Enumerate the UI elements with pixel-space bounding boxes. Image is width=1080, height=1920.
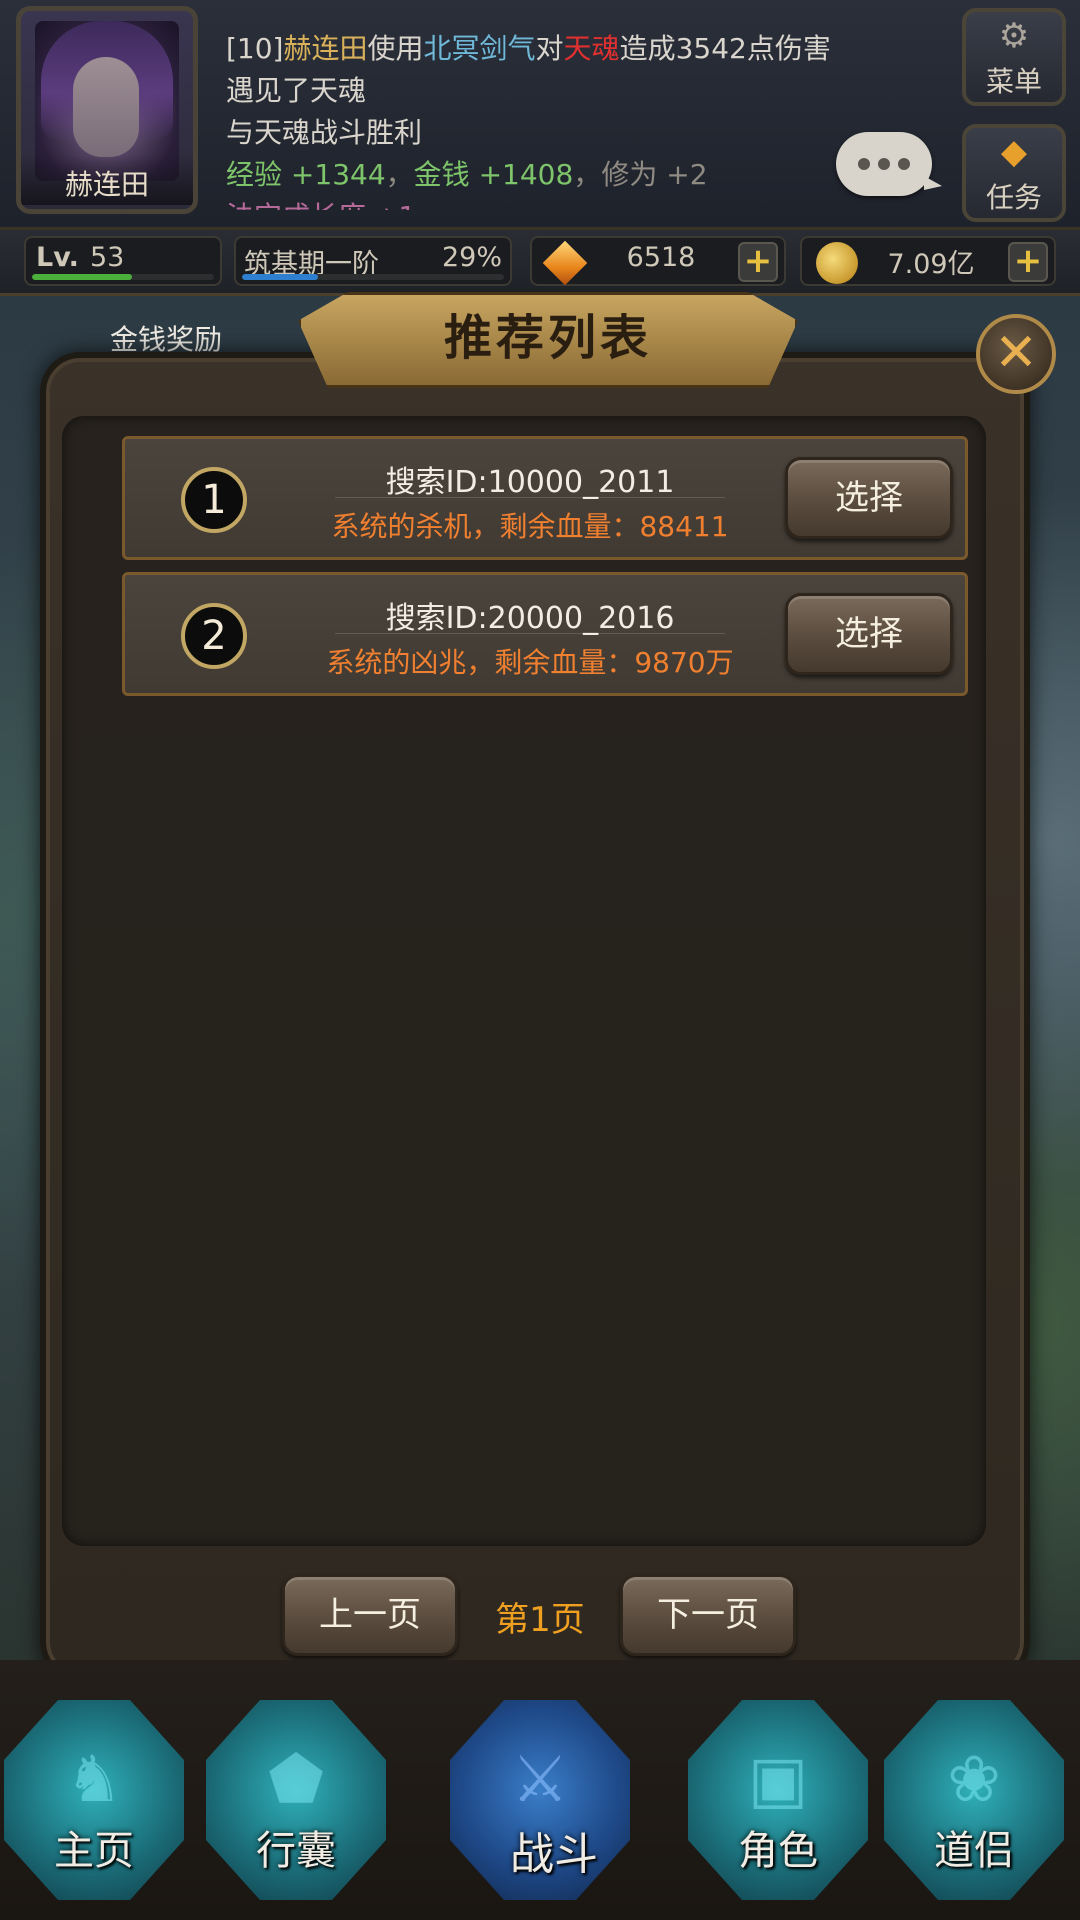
select-button[interactable]: 选择 — [785, 457, 953, 539]
row-number: 1 — [181, 467, 247, 533]
log-verb: 使用 — [367, 32, 424, 65]
log-target: 天魂 — [563, 32, 620, 65]
row-info: 系统的凶兆，剩余血量：9870万 — [326, 646, 734, 679]
level-progress-fill — [32, 274, 133, 280]
task-label: 任务 — [985, 181, 1042, 214]
log-result: 造成3542点伤害 — [619, 32, 831, 65]
select-button[interactable]: 选择 — [785, 593, 953, 675]
nav-companion-label: 道侣 — [934, 1828, 1014, 1874]
log-line-2: 遇见了天魂 — [226, 74, 367, 107]
task-button[interactable]: ◆ 任务 — [962, 124, 1066, 222]
top-hud: 赫连田 [10]赫连田使用北冥剑气对天魂造成3542点伤害 遇见了天魂 与天魂战… — [0, 0, 1080, 230]
add-gems-button[interactable]: + — [738, 242, 778, 282]
log-sep-2: ， — [573, 158, 602, 191]
log-exp-label: 经验 — [226, 158, 283, 191]
player-name: 赫连田 — [21, 155, 193, 205]
log-actor: 赫连田 — [283, 32, 368, 65]
realm-bar: 筑基期一阶 29% — [234, 236, 512, 286]
log-sep-1: ， — [385, 158, 414, 191]
panel-title: 推荐列表 — [443, 310, 652, 366]
sword-icon: ⚔ — [511, 1743, 569, 1817]
log-exp-value: +1344 — [290, 158, 386, 191]
list-item: 2 搜索ID:20000_2016 系统的凶兆，剩余血量：9870万 选择 — [122, 572, 968, 696]
nav-character-label: 角色 — [738, 1828, 818, 1874]
gold-counter: 7.09亿 + — [800, 236, 1056, 286]
nav-battle-label: 战斗 — [510, 1829, 598, 1880]
gem-counter: 6518 + — [530, 236, 786, 286]
companion-icon: ❀ — [947, 1743, 1001, 1817]
level-prefix: Lv. — [36, 242, 79, 273]
level-bar: Lv. 53 — [24, 236, 222, 286]
gear-icon: ⚙ — [998, 16, 1030, 56]
log-prefix: [10] — [226, 32, 284, 65]
row-search-id: 搜索ID:10000_2011 — [385, 465, 675, 500]
task-gem-icon: ◆ — [1000, 132, 1028, 172]
home-icon: ♞ — [65, 1743, 123, 1817]
close-icon: ✕ — [994, 323, 1038, 383]
level-value: 53 — [90, 242, 125, 273]
character-icon: ▣ — [747, 1743, 809, 1817]
chat-bubble-icon[interactable] — [836, 132, 942, 196]
log-money-value: +1408 — [478, 158, 574, 191]
log-line-4: 经验 +1344，金钱 +1408，修为 +2 — [226, 154, 926, 196]
row-number: 2 — [181, 603, 247, 669]
realm-percent: 29% — [441, 242, 502, 273]
log-line-3: 与天魂战斗胜利 — [226, 116, 423, 149]
log-line-5: 法宝成长度 +1 — [226, 196, 926, 210]
log-skill: 北冥剑气 — [423, 32, 536, 65]
menu-label: 菜单 — [985, 65, 1042, 98]
next-page-button[interactable]: 下一页 — [620, 1574, 796, 1656]
gem-value: 6518 — [626, 242, 696, 273]
close-button[interactable]: ✕ — [976, 314, 1056, 394]
player-avatar[interactable]: 赫连田 — [16, 6, 198, 214]
coin-icon — [816, 242, 858, 284]
prev-page-button[interactable]: 上一页 — [282, 1574, 458, 1656]
log-cult-value: +2 — [666, 158, 708, 191]
battle-log[interactable]: [10]赫连田使用北冥剑气对天魂造成3542点伤害 遇见了天魂 与天魂战斗胜利 … — [226, 28, 926, 210]
log-line-1: [10]赫连田使用北冥剑气对天魂造成3542点伤害 — [226, 28, 926, 70]
log-cult-label: 修为 — [601, 158, 658, 191]
list-item: 1 搜索ID:10000_2011 系统的杀机，剩余血量：88411 选择 — [122, 436, 968, 560]
add-gold-button[interactable]: + — [1008, 242, 1048, 282]
nav-bag-label: 行囊 — [256, 1828, 336, 1874]
menu-button[interactable]: ⚙ 菜单 — [962, 8, 1066, 106]
bag-icon: ⬟ — [268, 1743, 324, 1817]
status-bar-row: Lv. 53 筑基期一阶 29% 6518 + 7.09亿 + — [0, 230, 1080, 296]
log-money-label: 金钱 — [413, 158, 470, 191]
gold-value: 7.09亿 — [887, 249, 975, 280]
realm-progress-fill — [242, 274, 318, 280]
page-indicator: 第1页 — [495, 1600, 585, 1640]
nav-home-label: 主页 — [54, 1828, 134, 1874]
gem-icon — [542, 240, 588, 286]
row-info: 系统的杀机，剩余血量：88411 — [331, 510, 729, 543]
row-search-id: 搜索ID:20000_2016 — [385, 601, 675, 636]
log-to: 对 — [535, 32, 564, 65]
